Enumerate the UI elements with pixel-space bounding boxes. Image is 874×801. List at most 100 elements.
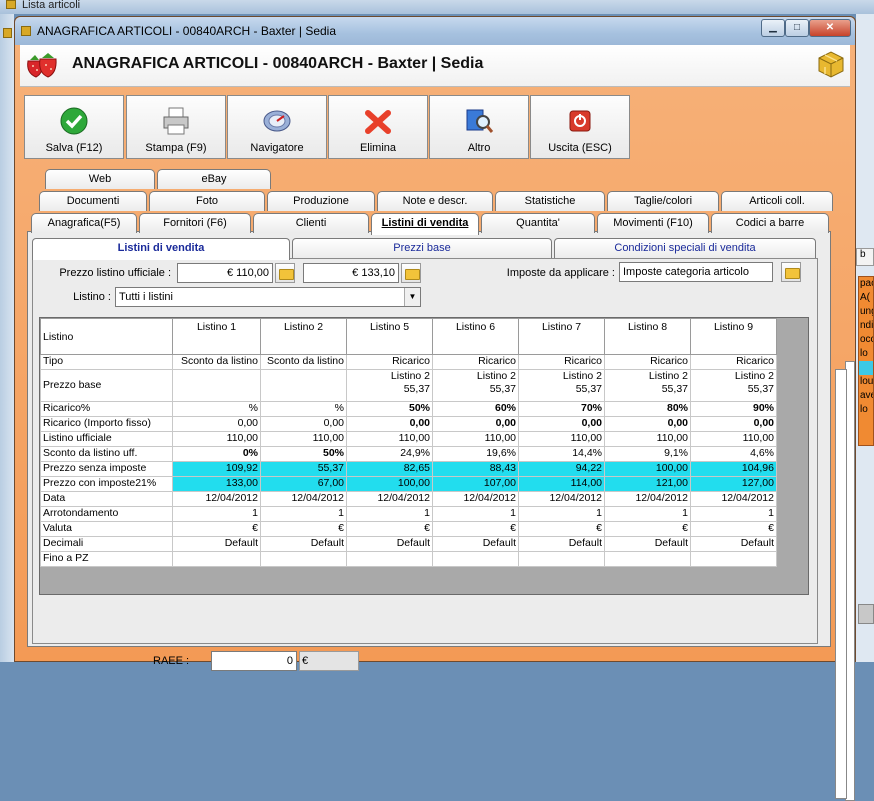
grid-cell[interactable]: 12/04/2012: [172, 491, 261, 507]
tab-codici-barre[interactable]: Codici a barre: [711, 213, 829, 233]
grid-cell[interactable]: Listino 2 55,37: [432, 369, 519, 402]
save-button[interactable]: Salva (F12): [24, 95, 124, 159]
prezzo-ivato-field[interactable]: € 133,10: [303, 263, 399, 283]
grid-cell[interactable]: 1: [172, 506, 261, 522]
grid-cell[interactable]: 12/04/2012: [346, 491, 433, 507]
listini-grid[interactable]: Listino Listino 1 Listino 2 Listino 5 Listin…: [39, 317, 809, 595]
background-button[interactable]: [858, 604, 874, 624]
grid-cell[interactable]: 110,00: [260, 431, 347, 447]
grid-cell[interactable]: 0%: [172, 446, 261, 462]
grid-cell[interactable]: Listino 2 55,37: [346, 369, 433, 402]
grid-column-header[interactable]: Listino 6: [432, 318, 519, 355]
grid-cell[interactable]: Default: [690, 536, 777, 552]
grid-cell[interactable]: Ricarico: [432, 354, 519, 370]
grid-cell[interactable]: 1: [346, 506, 433, 522]
grid-cell[interactable]: 14,4%: [518, 446, 605, 462]
table-row[interactable]: Decimali Default Default Default Default Defa…: [40, 536, 777, 552]
grid-column-header[interactable]: Listino 7: [518, 318, 605, 355]
grid-cell[interactable]: 110,00: [432, 431, 519, 447]
grid-column-header[interactable]: Listino 5: [346, 318, 433, 355]
navigator-button[interactable]: Navigatore: [227, 95, 327, 159]
background-list-item[interactable]: pac: [859, 277, 873, 291]
folder-icon[interactable]: [781, 262, 801, 282]
grid-cell[interactable]: 0,00: [260, 416, 347, 432]
grid-cell[interactable]: [172, 369, 261, 402]
table-row[interactable]: Valuta € € € € € € €: [40, 521, 777, 537]
maximize-button[interactable]: □: [785, 19, 809, 37]
tab-movimenti[interactable]: Movimenti (F10): [597, 213, 709, 233]
grid-cell[interactable]: 0,00: [432, 416, 519, 432]
grid-cell[interactable]: 55,37: [260, 461, 347, 477]
prezzo-listino-field[interactable]: € 110,00: [177, 263, 273, 283]
tab-taglie-colori[interactable]: Taglie/colori: [607, 191, 719, 211]
background-list-item[interactable]: lo: [859, 347, 873, 361]
grid-cell[interactable]: 60%: [432, 401, 519, 417]
tab-clienti[interactable]: Clienti: [253, 213, 369, 233]
grid-cell[interactable]: Sconto da listino: [172, 354, 261, 370]
tab-statistiche[interactable]: Statistiche: [495, 191, 605, 211]
background-list-item[interactable]: [859, 417, 873, 431]
grid-cell[interactable]: €: [346, 521, 433, 537]
grid-cell[interactable]: 110,00: [172, 431, 261, 447]
background-list-item[interactable]: A(: [859, 291, 873, 305]
tab-foto[interactable]: Foto: [149, 191, 265, 211]
grid-cell[interactable]: Default: [518, 536, 605, 552]
grid-cell[interactable]: 127,00: [690, 476, 777, 492]
grid-cell[interactable]: 121,00: [604, 476, 691, 492]
grid-cell[interactable]: 100,00: [604, 461, 691, 477]
grid-cell[interactable]: 12/04/2012: [518, 491, 605, 507]
grid-cell[interactable]: [346, 551, 433, 567]
folder-icon[interactable]: [401, 263, 421, 283]
grid-cell[interactable]: Sconto da listino: [260, 354, 347, 370]
grid-cell[interactable]: Ricarico: [690, 354, 777, 370]
tab-anagrafica[interactable]: Anagrafica(F5): [31, 213, 137, 233]
grid-cell[interactable]: 110,00: [604, 431, 691, 447]
grid-cell[interactable]: 1: [432, 506, 519, 522]
tab-produzione[interactable]: Produzione: [267, 191, 375, 211]
grid-cell[interactable]: [432, 551, 519, 567]
folder-icon[interactable]: [275, 263, 295, 283]
grid-column-header[interactable]: Listino 2: [260, 318, 347, 355]
grid-cell[interactable]: 0,00: [518, 416, 605, 432]
grid-cell[interactable]: 0,00: [604, 416, 691, 432]
grid-cell[interactable]: Default: [432, 536, 519, 552]
table-row[interactable]: Tipo Sconto da listino Sconto da listino Ri…: [40, 354, 777, 370]
grid-cell[interactable]: 12/04/2012: [604, 491, 691, 507]
grid-cell[interactable]: 133,00: [172, 476, 261, 492]
grid-cell[interactable]: €: [518, 521, 605, 537]
background-list-item[interactable]: ndi: [859, 319, 873, 333]
grid-cell[interactable]: 0,00: [172, 416, 261, 432]
table-row[interactable]: Fino a PZ: [40, 551, 777, 567]
grid-cell[interactable]: 0,00: [346, 416, 433, 432]
grid-cell[interactable]: 70%: [518, 401, 605, 417]
grid-cell[interactable]: Listino 2 55,37: [690, 369, 777, 402]
listino-select[interactable]: Tutti i listini ▼: [115, 287, 421, 307]
table-row[interactable]: Prezzo base Listino 2 55,37 Listino 2 55,3…: [40, 369, 777, 402]
grid-cell[interactable]: 9,1%: [604, 446, 691, 462]
grid-cell[interactable]: 50%: [260, 446, 347, 462]
grid-cell[interactable]: 104,96: [690, 461, 777, 477]
grid-cell[interactable]: €: [260, 521, 347, 537]
grid-cell[interactable]: 110,00: [346, 431, 433, 447]
grid-cell[interactable]: 19,6%: [432, 446, 519, 462]
other-button[interactable]: Altro: [429, 95, 529, 159]
table-row[interactable]: Prezzo con imposte21% 133,00 67,00 100,00 10…: [40, 476, 777, 492]
raee-field[interactable]: 0: [211, 651, 297, 671]
grid-cell[interactable]: 4,6%: [690, 446, 777, 462]
grid-cell[interactable]: %: [172, 401, 261, 417]
grid-cell[interactable]: %: [260, 401, 347, 417]
grid-cell[interactable]: €: [690, 521, 777, 537]
subtab-condizioni-speciali[interactable]: Condizioni speciali di vendita: [554, 238, 816, 258]
grid-cell[interactable]: 50%: [346, 401, 433, 417]
grid-cell[interactable]: 110,00: [518, 431, 605, 447]
grid-cell[interactable]: €: [604, 521, 691, 537]
grid-cell[interactable]: 107,00: [432, 476, 519, 492]
grid-cell[interactable]: Ricarico: [346, 354, 433, 370]
table-row[interactable]: Prezzo senza imposte 109,92 55,37 82,65 88,4…: [40, 461, 777, 477]
grid-cell[interactable]: Default: [346, 536, 433, 552]
table-row[interactable]: Sconto da listino uff. 0% 50% 24,9% 19,6% 14,…: [40, 446, 777, 462]
grid-cell[interactable]: Default: [260, 536, 347, 552]
table-row[interactable]: Data 12/04/2012 12/04/2012 12/04/2012 12/04/…: [40, 491, 777, 507]
grid-cell[interactable]: 1: [690, 506, 777, 522]
grid-cell[interactable]: 24,9%: [346, 446, 433, 462]
